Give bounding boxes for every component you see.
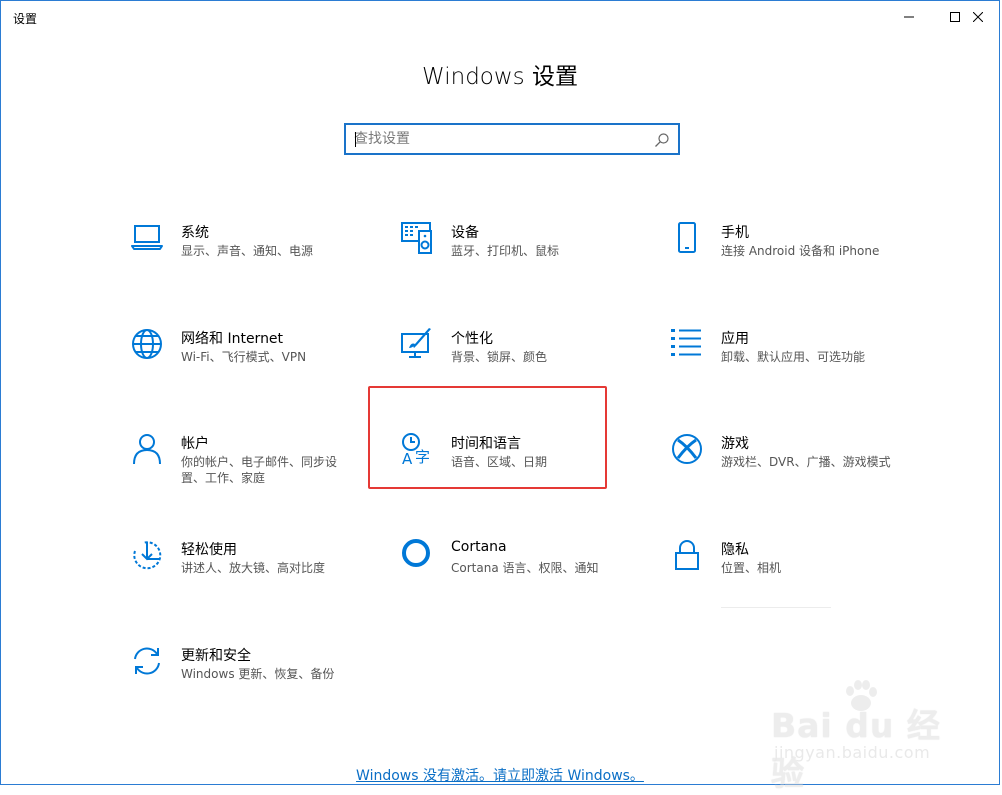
- category-cortana[interactable]: Cortana Cortana 语言、权限、通知: [401, 539, 631, 609]
- category-accounts[interactable]: 帐户 你的帐户、电子邮件、同步设置、工作、家庭: [131, 433, 361, 503]
- close-icon: [973, 12, 983, 22]
- category-update-security[interactable]: 更新和安全 Windows 更新、恢复、备份: [131, 645, 361, 715]
- category-ease-of-access[interactable]: 轻松使用 讲述人、放大镜、高对比度: [131, 539, 361, 609]
- phone-icon: [671, 222, 705, 256]
- category-description: 你的帐户、电子邮件、同步设置、工作、家庭: [181, 455, 338, 485]
- category-title: 隐私: [721, 542, 749, 558]
- category-system[interactable]: 系统 显示、声音、通知、电源: [131, 222, 361, 292]
- category-network[interactable]: 网络和 Internet Wi-Fi、飞行模式、VPN: [131, 328, 361, 398]
- category-description: 连接 Android 设备和 iPhone: [721, 244, 880, 258]
- search-input[interactable]: [354, 128, 644, 150]
- category-privacy[interactable]: 隐私 位置、相机: [671, 539, 901, 609]
- baidu-watermark: Bai du 经验 jingyan.baidu.com: [766, 679, 956, 793]
- watermark-url: jingyan.baidu.com: [774, 743, 931, 762]
- category-title: 应用: [721, 331, 749, 347]
- title-bar[interactable]: 设置: [1, 1, 999, 33]
- category-title: 系统: [181, 225, 209, 241]
- update-icon: [131, 645, 165, 679]
- settings-window: 设置 Windows 设置 系统 显示、声音、通知、电源: [0, 0, 1000, 793]
- category-title: 轻松使用: [181, 542, 237, 558]
- ease-of-access-icon: [131, 539, 165, 573]
- category-title: 帐户: [181, 436, 209, 452]
- search-box[interactable]: [344, 123, 680, 155]
- category-title: Cortana: [451, 539, 507, 555]
- close-button[interactable]: [955, 1, 1001, 33]
- category-description: 卸载、默认应用、可选功能: [721, 350, 866, 364]
- category-title: 个性化: [451, 331, 493, 347]
- category-description: Windows 更新、恢复、备份: [181, 667, 335, 681]
- lock-icon: [671, 539, 705, 573]
- category-phone[interactable]: 手机 连接 Android 设备和 iPhone: [671, 222, 901, 292]
- category-apps[interactable]: 应用 卸载、默认应用、可选功能: [671, 328, 901, 398]
- apps-list-icon: [671, 328, 705, 362]
- divider: [721, 607, 831, 608]
- page-title: Windows 设置: [422, 64, 578, 90]
- category-title: 网络和 Internet: [181, 331, 284, 347]
- laptop-icon: [131, 222, 165, 256]
- category-title: 更新和安全: [181, 648, 251, 664]
- search-icon[interactable]: [654, 132, 670, 148]
- category-title: 游戏: [721, 436, 749, 452]
- window-title: 设置: [13, 12, 38, 26]
- cortana-icon: [401, 539, 435, 573]
- minimize-icon: [904, 16, 914, 18]
- person-icon: [131, 433, 165, 467]
- devices-icon: [401, 222, 435, 256]
- category-title: 设备: [451, 225, 479, 241]
- text-caret: [355, 132, 356, 147]
- category-description: 讲述人、放大镜、高对比度: [181, 561, 326, 575]
- category-gaming[interactable]: 游戏 游戏栏、DVR、广播、游戏模式: [671, 433, 901, 503]
- category-description: 显示、声音、通知、电源: [181, 244, 314, 258]
- category-description: Cortana 语言、权限、通知: [451, 561, 599, 575]
- personalization-icon: [401, 328, 435, 362]
- category-description: 游戏栏、DVR、广播、游戏模式: [721, 455, 891, 469]
- category-devices[interactable]: 设备 蓝牙、打印机、鼠标: [401, 222, 631, 292]
- category-description: 背景、锁屏、颜色: [451, 350, 548, 364]
- category-title: 手机: [721, 225, 749, 241]
- highlight-annotation: [368, 386, 607, 489]
- globe-icon: [131, 328, 165, 362]
- xbox-icon: [671, 433, 705, 467]
- category-description: 位置、相机: [721, 561, 782, 575]
- category-description: 蓝牙、打印机、鼠标: [451, 244, 560, 258]
- minimize-button[interactable]: [886, 1, 932, 33]
- category-description: Wi-Fi、飞行模式、VPN: [181, 350, 307, 364]
